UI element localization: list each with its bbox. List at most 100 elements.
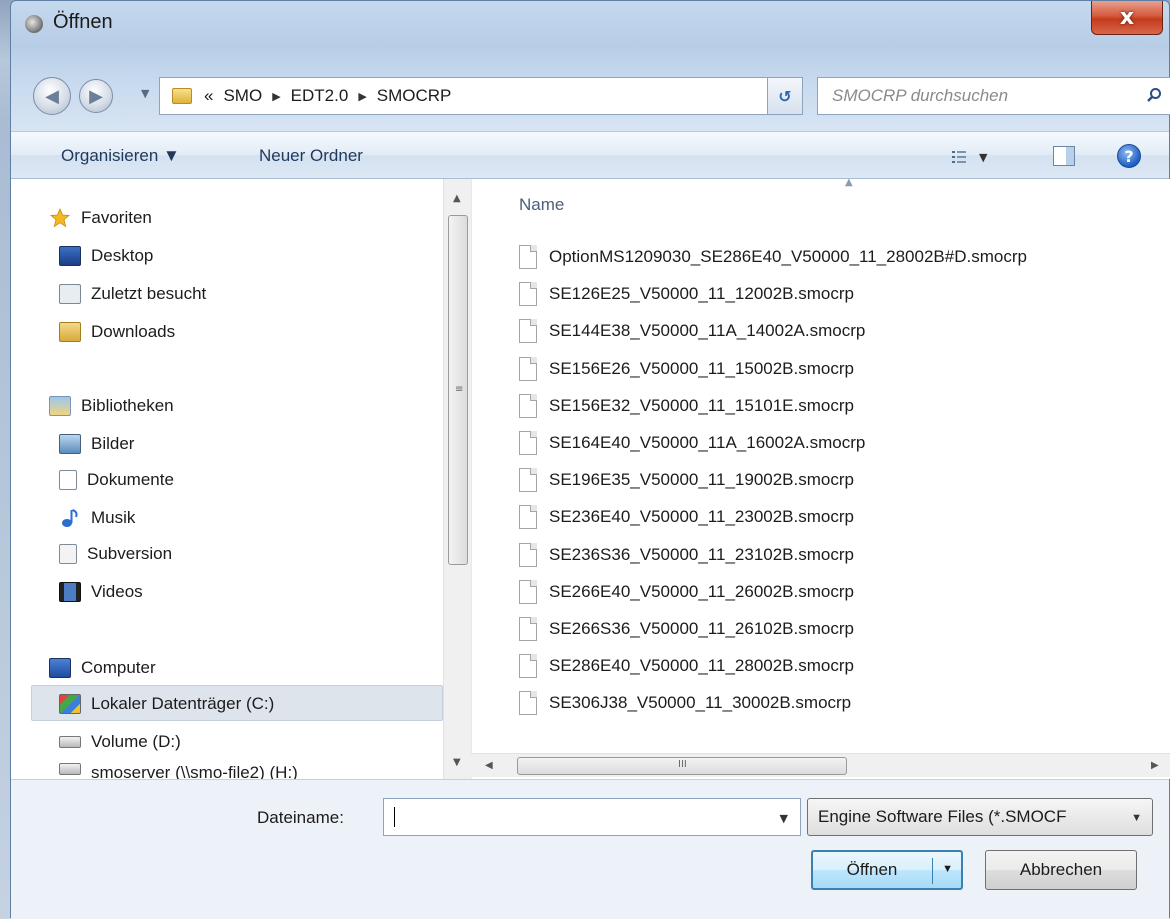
file-icon	[519, 579, 537, 604]
back-button[interactable]: ◀	[33, 77, 71, 115]
drive-icon	[59, 736, 81, 748]
file-item[interactable]: SE164E40_V50000_11A_16002A.smocrp	[519, 427, 865, 459]
file-name: SE164E40_V50000_11A_16002A.smocrp	[549, 433, 866, 452]
filename-input[interactable]: ▼	[383, 798, 801, 836]
scroll-down-arrow[interactable]: ▼	[453, 757, 461, 768]
libraries-icon	[49, 396, 71, 416]
scroll-thumb[interactable]: ≡	[448, 215, 468, 565]
open-button[interactable]: Öffnen ▼	[811, 850, 963, 890]
nav-item-recent[interactable]: Zuletzt besucht	[59, 279, 206, 309]
file-icon	[519, 542, 537, 567]
scroll-right-arrow[interactable]: ▶	[1151, 760, 1159, 771]
filetype-select[interactable]: Engine Software Files (*.SMOCF ▼	[807, 798, 1153, 836]
nav-item-subversion[interactable]: Subversion	[59, 539, 172, 569]
star-icon	[49, 208, 71, 228]
text-caret	[394, 807, 395, 827]
breadcrumb-item[interactable]: SMO	[223, 86, 262, 106]
network-drive-icon	[59, 763, 81, 775]
file-name: SE286E40_V50000_11_28002B.smocrp	[549, 656, 854, 676]
file-item[interactable]: SE266E40_V50000_11_26002B.smocrp	[519, 576, 854, 608]
search-box[interactable]: SMOCRP durchsuchen	[817, 77, 1170, 115]
nav-item-videos[interactable]: Videos	[59, 577, 143, 607]
nav-item-drive-d[interactable]: Volume (D:)	[59, 727, 181, 757]
bottom-panel: Dateiname: ▼ Engine Software Files (*.SM…	[11, 779, 1169, 919]
file-item[interactable]: SE236E40_V50000_11_23002B.smocrp	[519, 501, 854, 533]
help-button[interactable]: ?	[1117, 144, 1141, 168]
open-dialog: Öffnen x ◀ ▶ ▼ « SMO ▶ EDT2.0 ▶ SMOCRP ▼…	[10, 0, 1170, 919]
scroll-up-arrow[interactable]: ▲	[453, 193, 461, 204]
recent-places-icon	[59, 284, 81, 304]
app-icon	[25, 15, 43, 33]
file-icon	[519, 505, 537, 530]
search-icon[interactable]	[1146, 87, 1162, 103]
recent-locations-dropdown[interactable]: ▼	[141, 87, 155, 105]
scroll-left-arrow[interactable]: ◀	[485, 760, 493, 771]
chevron-down-icon[interactable]: ▼	[780, 812, 788, 825]
refresh-button[interactable]: ↺	[767, 77, 803, 115]
file-horizontal-scrollbar[interactable]: ◀ III ▶	[471, 753, 1170, 777]
chevron-down-icon: ▼	[1131, 812, 1142, 824]
scroll-thumb[interactable]: III	[517, 757, 847, 775]
computer-icon	[49, 658, 71, 678]
nav-item-documents[interactable]: Dokumente	[59, 465, 174, 495]
file-item[interactable]: SE286E40_V50000_11_28002B.smocrp	[519, 650, 854, 682]
grip-icon: III	[678, 759, 687, 770]
file-item[interactable]: SE144E38_V50000_11A_14002A.smocrp	[519, 315, 865, 347]
view-options-button[interactable]: ▼	[951, 148, 1007, 166]
column-header-name[interactable]: Name	[519, 195, 564, 215]
nav-vertical-scrollbar[interactable]: ▲ ≡ ▼	[443, 179, 471, 779]
file-icon	[519, 356, 537, 381]
system-drive-icon	[59, 694, 81, 714]
chevron-right-icon[interactable]: ▶	[272, 90, 280, 103]
file-icon	[519, 617, 537, 641]
breadcrumb-overflow[interactable]: «	[204, 86, 213, 106]
nav-item-drive-c[interactable]: Lokaler Datenträger (C:)	[59, 689, 274, 719]
view-list-icon	[952, 151, 966, 163]
breadcrumb-item[interactable]: SMOCRP	[377, 86, 452, 106]
file-name: SE236E40_V50000_11_23002B.smocrp	[549, 507, 854, 527]
pictures-icon	[59, 434, 81, 454]
file-icon	[519, 393, 537, 418]
file-item[interactable]: SE156E32_V50000_11_15101E.smocrp	[519, 390, 854, 422]
new-folder-button[interactable]: Neuer Ordner	[259, 146, 363, 166]
file-item[interactable]: SE196E35_V50000_11_19002B.smocrp	[519, 464, 854, 496]
nav-item-pictures[interactable]: Bilder	[59, 429, 134, 459]
file-item[interactable]: SE306J38_V50000_11_30002B.smocrp	[519, 687, 851, 719]
file-name: SE266E40_V50000_11_26002B.smocrp	[549, 581, 854, 601]
forward-button[interactable]: ▶	[79, 79, 113, 113]
nav-item-desktop[interactable]: Desktop	[59, 241, 153, 271]
nav-computer[interactable]: Computer	[49, 653, 156, 683]
breadcrumb-item[interactable]: EDT2.0	[291, 86, 349, 106]
file-item[interactable]: OptionMS1209030_SE286E40_V50000_11_28002…	[519, 241, 1027, 273]
file-item[interactable]: SE266S36_V50000_11_26102B.smocrp	[519, 613, 854, 645]
subversion-icon	[59, 544, 77, 564]
file-icon	[519, 691, 537, 716]
nav-libraries[interactable]: Bibliotheken	[49, 391, 174, 421]
open-button-label: Öffnen	[846, 860, 898, 879]
address-bar[interactable]: « SMO ▶ EDT2.0 ▶ SMOCRP ▼	[159, 77, 799, 115]
grip-icon: ≡	[455, 384, 464, 395]
nav-item-drive-h[interactable]: smoserver (\\smo-file2) (H:)	[59, 763, 298, 779]
close-icon: x	[1119, 5, 1135, 30]
file-name: SE144E38_V50000_11A_14002A.smocrp	[549, 321, 866, 341]
file-item[interactable]: SE236S36_V50000_11_23102B.smocrp	[519, 539, 854, 571]
organize-menu[interactable]: Organisieren ▼	[61, 146, 180, 166]
chevron-right-icon[interactable]: ▶	[358, 90, 366, 103]
documents-icon	[59, 470, 77, 490]
file-icon	[519, 431, 537, 455]
split-divider	[932, 858, 933, 884]
close-button[interactable]: x	[1091, 1, 1163, 35]
cancel-button[interactable]: Abbrechen	[985, 850, 1137, 890]
file-item[interactable]: SE156E26_V50000_11_15002B.smocrp	[519, 353, 854, 385]
chevron-down-icon[interactable]: ▼	[942, 863, 953, 875]
nav-item-music[interactable]: Musik	[59, 503, 135, 533]
file-icon	[519, 245, 537, 269]
preview-pane-button[interactable]	[1053, 146, 1075, 166]
breadcrumb: « SMO ▶ EDT2.0 ▶ SMOCRP	[204, 86, 451, 106]
file-item[interactable]: SE126E25_V50000_11_12002B.smocrp	[519, 278, 854, 310]
search-input[interactable]: SMOCRP durchsuchen	[832, 86, 1008, 106]
window-title: Öffnen	[53, 11, 113, 33]
nav-favorites[interactable]: Favoriten	[49, 203, 152, 233]
nav-item-downloads[interactable]: Downloads	[59, 317, 175, 347]
file-name: SE156E26_V50000_11_15002B.smocrp	[549, 358, 854, 378]
